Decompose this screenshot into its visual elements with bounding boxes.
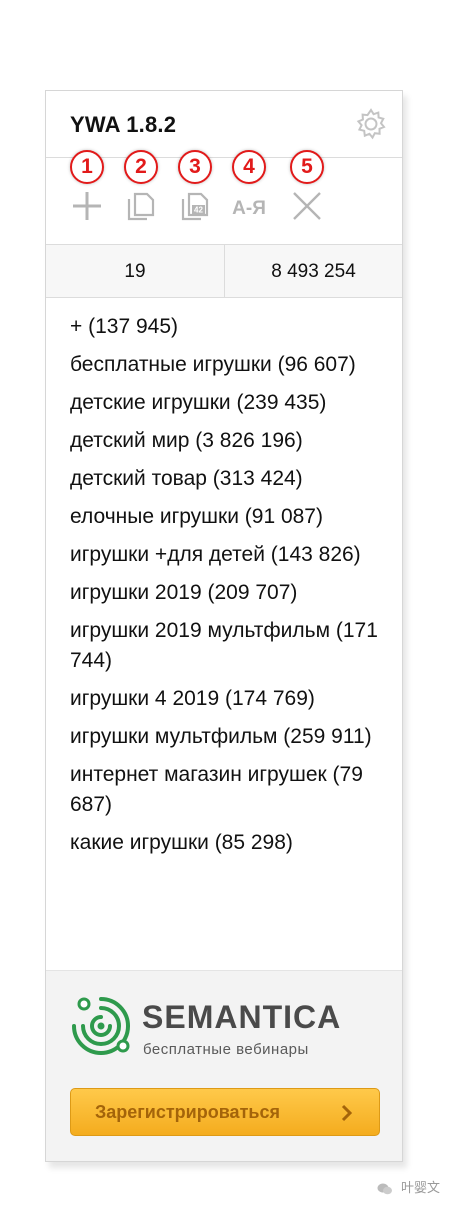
keyword-item: детский товар (313 424) — [70, 467, 303, 490]
phrase-count: 19 — [46, 245, 225, 297]
brand-name: SEMANTICA — [142, 999, 342, 1035]
register-button[interactable]: Зарегистрироваться — [70, 1088, 380, 1136]
keyword-item: бесплатные игрушки (96 607) — [70, 353, 356, 376]
keyword-item: детские игрушки (239 435) — [70, 391, 327, 414]
gear-icon[interactable] — [354, 107, 388, 141]
keyword-item: игрушки мультфильм (259 911) — [70, 725, 372, 748]
sort-alphabetically-button[interactable]: 4 А-Я — [224, 150, 274, 242]
svg-text:42: 42 — [194, 206, 203, 215]
svg-text:А-Я: А-Я — [232, 198, 266, 219]
clear-list-button[interactable]: 5 — [282, 150, 332, 242]
copy-with-frequency-button[interactable]: 3 42 — [170, 150, 220, 242]
keyword-item: игрушки 2019 мультфильм (171 744) — [70, 619, 378, 672]
plus-icon — [73, 192, 101, 220]
copy-icon — [127, 192, 155, 221]
keyword-item: интернет магазин игрушек (79 687) — [70, 763, 363, 816]
panel-header: YWA 1.8.2 — [46, 91, 402, 158]
counts-bar: 19 8 493 254 — [46, 245, 402, 298]
step-badge-1: 1 — [70, 150, 104, 184]
keyword-item: детский мир (3 826 196) — [70, 429, 303, 452]
keyword-item: игрушки 2019 (209 707) — [70, 581, 298, 604]
keyword-item: какие игрушки (85 298) — [70, 831, 293, 854]
keyword-item: + (137 945) — [70, 315, 178, 338]
copy-with-frequency-icon: 42 — [181, 192, 209, 221]
chevron-right-icon — [341, 1104, 353, 1122]
watermark-text: 叶婴文 — [400, 1180, 440, 1195]
keyword-list-container[interactable]: + (137 945) бесплатные игрушки (96 607) де… — [46, 298, 402, 970]
watermark: 叶婴文 — [377, 1177, 440, 1196]
wechat-icon — [377, 1183, 393, 1194]
sort-alpha-icon: А-Я — [232, 198, 266, 219]
step-badge-5: 5 — [290, 150, 324, 184]
step-badge-4: 4 — [232, 150, 266, 184]
total-frequency: 8 493 254 — [271, 261, 356, 282]
copy-phrases-button[interactable]: 2 — [116, 150, 166, 242]
keyword-item: игрушки +для детей (143 826) — [70, 543, 361, 566]
keyword-item: игрушки 4 2019 (174 769) — [70, 687, 315, 710]
toolbar: 1 2 3 42 4 А-Я 5 — [46, 150, 402, 245]
brand-subtitle: бесплатные вебинары — [143, 1041, 309, 1058]
add-phrase-button[interactable]: 1 — [62, 150, 112, 242]
keyword-item: елочные игрушки (91 087) — [70, 505, 323, 528]
ywa-extension-panel: YWA 1.8.2 1 2 3 42 4 А-Я 5 19 8 493 254 … — [45, 90, 403, 1162]
step-badge-2: 2 — [124, 150, 158, 184]
semantica-promo: SEMANTICA бесплатные вебинары Зарегистри… — [46, 970, 402, 1161]
keyword-list: + (137 945) бесплатные игрушки (96 607) де… — [46, 298, 402, 858]
step-badge-3: 3 — [178, 150, 212, 184]
semantica-logo-icon — [72, 997, 130, 1055]
app-title: YWA 1.8.2 — [70, 112, 177, 137]
register-button-label: Зарегистрироваться — [95, 1102, 280, 1122]
close-icon — [293, 192, 321, 220]
